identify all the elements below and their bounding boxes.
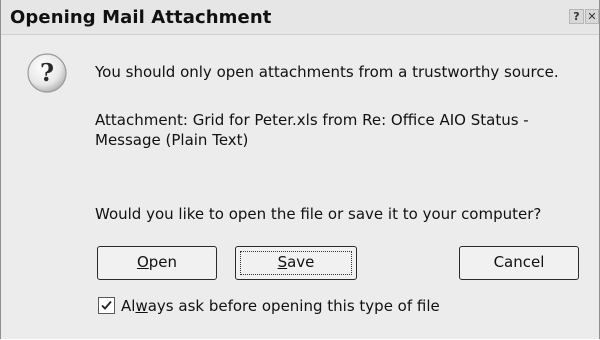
opening-mail-attachment-dialog: Opening Mail Attachment ? ✕ ? You should… (0, 0, 600, 339)
always-ask-checkbox[interactable] (98, 297, 115, 314)
always-ask-label[interactable]: Always ask before opening this type of f… (121, 296, 440, 316)
cancel-button[interactable]: Cancel (459, 246, 579, 280)
title-bar[interactable]: Opening Mail Attachment ? ✕ (1, 0, 599, 35)
dialog-title: Opening Mail Attachment (10, 7, 272, 28)
svg-text:?: ? (40, 58, 54, 87)
label-before: Al (121, 297, 136, 315)
open-mnemonic: O (136, 253, 149, 271)
label-after: ays ask before opening this type of file (147, 297, 440, 315)
save-button[interactable]: Save (235, 246, 357, 280)
trust-warning-text: You should only open attachments from a … (95, 63, 559, 81)
close-icon: ✕ (587, 10, 597, 23)
cancel-label: Cancel (493, 253, 545, 271)
help-icon: ? (573, 10, 580, 23)
open-or-save-question: Would you like to open the file or save … (95, 205, 542, 223)
label-mnemonic: w (135, 297, 148, 315)
question-icon: ? (26, 52, 68, 94)
close-button[interactable]: ✕ (585, 9, 599, 24)
save-mnemonic: S (277, 253, 288, 271)
save-label-rest: ave (287, 253, 315, 271)
attachment-info-text: Attachment: Grid for Peter.xls from Re: … (95, 111, 529, 149)
checkmark-icon (101, 300, 112, 310)
help-button[interactable]: ? (569, 9, 584, 24)
open-label-rest: pen (148, 253, 178, 271)
open-button[interactable]: Open (97, 246, 217, 280)
